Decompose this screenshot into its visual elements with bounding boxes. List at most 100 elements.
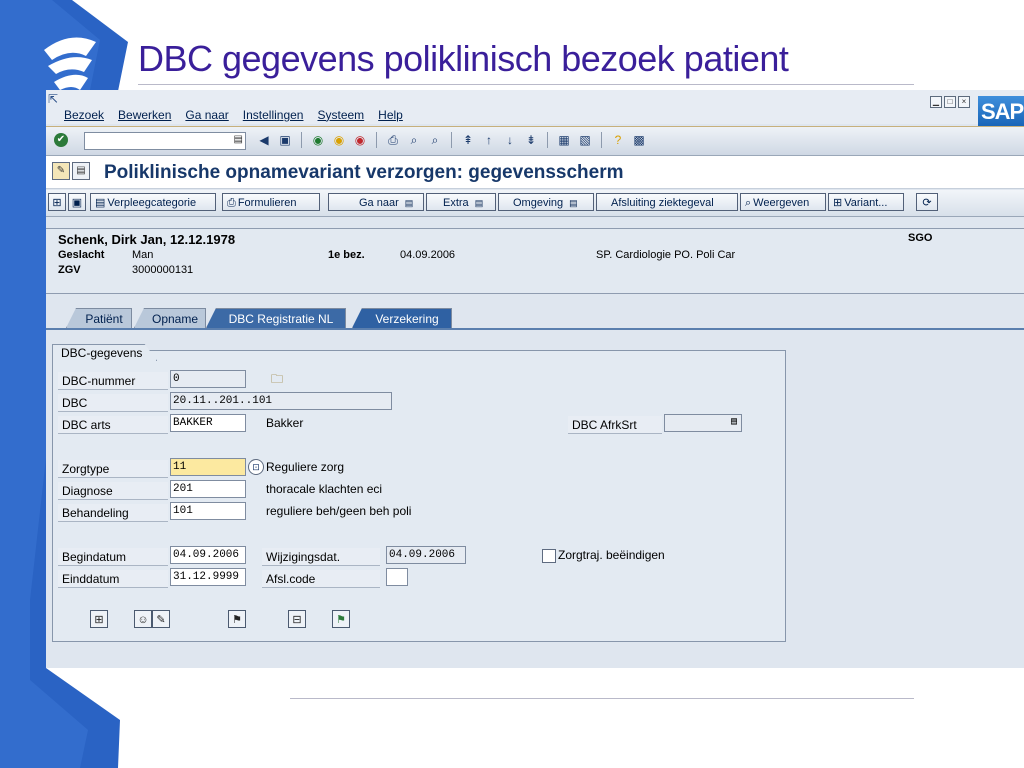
minimize-icon[interactable]: ▁ bbox=[930, 96, 942, 108]
menu-bewerken[interactable]: Bewerken bbox=[118, 108, 171, 122]
find-icon[interactable]: ⌕ bbox=[406, 132, 422, 148]
tab-strip: Patiënt Opname DBC Registratie NL Verzek… bbox=[46, 306, 1024, 328]
next-page-icon[interactable]: ↓ bbox=[502, 132, 518, 148]
save-icon[interactable]: ▣ bbox=[277, 132, 293, 148]
menu-items: Bezoek Bewerken Ga naar Instellingen Sys… bbox=[64, 108, 403, 122]
dbc-afrksrt-field[interactable]: ▤ bbox=[664, 414, 742, 432]
edit-icon[interactable]: ✎ bbox=[152, 610, 170, 628]
sap-logo: SAP bbox=[978, 96, 1024, 128]
behandeling-label: Behandeling bbox=[58, 504, 168, 522]
formulieren-button[interactable]: ⎙ Formulieren bbox=[222, 193, 320, 211]
afsl-code-label: Afsl.code bbox=[262, 570, 380, 588]
zgv-value: 3000000131 bbox=[132, 264, 194, 276]
zorgtype-field[interactable]: 11 bbox=[170, 458, 246, 476]
diagnose-text: thoracale klachten eci bbox=[266, 482, 383, 496]
window-controls: ▁ □ × bbox=[930, 96, 970, 108]
zorgtype-label: Zorgtype bbox=[58, 460, 168, 478]
save-small-icon[interactable]: ▣ bbox=[68, 193, 86, 211]
toolbar-separator bbox=[301, 132, 302, 148]
shortcut-icon[interactable]: ▧ bbox=[577, 132, 593, 148]
value-help-icon[interactable]: ⊡ bbox=[248, 459, 264, 475]
menu-ga-naar[interactable]: Ga naar bbox=[185, 108, 228, 122]
wijzigingsdat-field: 04.09.2006 bbox=[386, 546, 466, 564]
document-icon[interactable]: ▤ bbox=[72, 162, 90, 180]
find-next-icon[interactable]: ⌕ bbox=[427, 132, 443, 148]
person-icon[interactable]: ☺ bbox=[134, 610, 152, 628]
prev-page-icon[interactable]: ↑ bbox=[481, 132, 497, 148]
layout-icon[interactable]: ▩ bbox=[631, 132, 647, 148]
menu-exit-icon[interactable]: ⇱ bbox=[48, 92, 58, 106]
enter-check-icon[interactable]: ✔ bbox=[54, 133, 68, 147]
dbc-arts-label: DBC arts bbox=[58, 416, 168, 434]
dbc-field: 20.11..201..101 bbox=[170, 392, 392, 410]
tab-patient[interactable]: Patiënt bbox=[66, 308, 132, 328]
menu-systeem[interactable]: Systeem bbox=[317, 108, 364, 122]
sap-window: ⇱ Bezoek Bewerken Ga naar Instellingen S… bbox=[46, 90, 1024, 668]
print-icon: ⎙ bbox=[227, 197, 236, 209]
cancel-icon[interactable]: ◉ bbox=[352, 132, 368, 148]
display-icon: ⌕ bbox=[745, 197, 752, 209]
patient-name: Schenk, Dirk Jan, 12.12.1978 bbox=[58, 232, 236, 247]
diagnose-label: Diagnose bbox=[58, 482, 168, 500]
folder-icon[interactable]: 🗀 bbox=[268, 371, 286, 387]
tab-content: DBC-gegevens DBC-nummer 0 🗀 DBC 20.11..2… bbox=[46, 330, 1024, 668]
hierarchy-icon[interactable]: ⊞ bbox=[90, 610, 108, 628]
tab-verzekering[interactable]: Verzekering bbox=[352, 308, 452, 328]
hierarchy-icon[interactable]: ⊞ bbox=[48, 193, 66, 211]
tree-icon[interactable]: ⊟ bbox=[288, 610, 306, 628]
afsluiting-ziektegeval-button[interactable]: Afsluiting ziektegeval bbox=[596, 193, 738, 211]
first-page-icon[interactable]: ⇞ bbox=[460, 132, 476, 148]
dbc-nummer-label: DBC-nummer bbox=[58, 372, 168, 390]
dbc-afrksrt-label: DBC AfrkSrt bbox=[568, 416, 662, 434]
menu-bar: ⇱ Bezoek Bewerken Ga naar Instellingen S… bbox=[46, 90, 1024, 128]
refresh-icon[interactable]: ⟳ bbox=[916, 193, 938, 211]
zorgtraj-checkbox[interactable] bbox=[542, 549, 556, 563]
green-flag-icon[interactable]: ⚑ bbox=[332, 610, 350, 628]
dbc-arts-text: Bakker bbox=[266, 416, 304, 430]
command-field[interactable]: ▤ bbox=[84, 132, 246, 150]
toolbar-icons: ◀ ▣ ◉ ◉ ◉ ⎙ ⌕ ⌕ ⇞ ↑ ↓ ⇟ ▦ ▧ ? ▩ bbox=[256, 132, 647, 148]
variant-icon: ⊞ bbox=[833, 197, 843, 209]
flag-icon[interactable]: ⚑ bbox=[228, 610, 246, 628]
dropdown-icon: ▤ bbox=[474, 198, 484, 208]
afsl-code-field[interactable] bbox=[386, 568, 408, 586]
diagnose-field[interactable]: 201 bbox=[170, 480, 246, 498]
back-icon[interactable]: ◉ bbox=[310, 132, 326, 148]
verpleegcategorie-button[interactable]: ▤ Verpleegcategorie bbox=[90, 193, 216, 211]
exit-icon[interactable]: ◉ bbox=[331, 132, 347, 148]
dbc-arts-field[interactable]: BAKKER bbox=[170, 414, 246, 432]
dropdown-icon[interactable]: ▤ bbox=[234, 134, 243, 145]
tab-dbc-registratie[interactable]: DBC Registratie NL bbox=[206, 308, 346, 328]
maximize-icon[interactable]: □ bbox=[944, 96, 956, 108]
einddatum-field[interactable]: 31.12.9999 bbox=[170, 568, 246, 586]
application-toolbar: ⊞ ▣ ▤ Verpleegcategorie ⎙ Formulieren Ga n… bbox=[46, 190, 1024, 217]
omgeving-button[interactable]: Omgeving ▤ bbox=[498, 193, 594, 211]
behandeling-field[interactable]: 101 bbox=[170, 502, 246, 520]
extra-button[interactable]: Extra ▤ bbox=[426, 193, 496, 211]
menu-bezoek[interactable]: Bezoek bbox=[64, 108, 104, 122]
slide-title: DBC gegevens poliklinisch bezoek patient bbox=[138, 38, 789, 79]
ga-naar-button[interactable]: Ga naar ▤ bbox=[328, 193, 424, 211]
first-visit-date: 04.09.2006 bbox=[400, 249, 456, 261]
patient-header: Schenk, Dirk Jan, 12.12.1978 SGO Geslach… bbox=[46, 228, 1024, 294]
organization-code: SGO bbox=[908, 232, 933, 244]
menu-instellingen[interactable]: Instellingen bbox=[243, 108, 304, 122]
title-divider bbox=[138, 84, 914, 85]
new-session-icon[interactable]: ▦ bbox=[556, 132, 572, 148]
toolbar-separator bbox=[376, 132, 377, 148]
weergeven-button[interactable]: ⌕ Weergeven bbox=[740, 193, 826, 211]
geslacht-value: Man bbox=[132, 249, 154, 261]
print-icon[interactable]: ⎙ bbox=[385, 132, 401, 148]
toolbar-separator bbox=[451, 132, 452, 148]
begindatum-label: Begindatum bbox=[58, 548, 168, 566]
last-page-icon[interactable]: ⇟ bbox=[523, 132, 539, 148]
variant-button[interactable]: ⊞ Variant... bbox=[828, 193, 904, 211]
zgv-label: ZGV bbox=[58, 264, 81, 276]
menu-help[interactable]: Help bbox=[378, 108, 403, 122]
help-icon[interactable]: ? bbox=[610, 132, 626, 148]
begindatum-field[interactable]: 04.09.2006 bbox=[170, 546, 246, 564]
display-change-icon[interactable]: ✎ bbox=[52, 162, 70, 180]
close-icon[interactable]: × bbox=[958, 96, 970, 108]
back-arrow-icon[interactable]: ◀ bbox=[256, 132, 272, 148]
tab-opname[interactable]: Opname bbox=[134, 308, 206, 328]
